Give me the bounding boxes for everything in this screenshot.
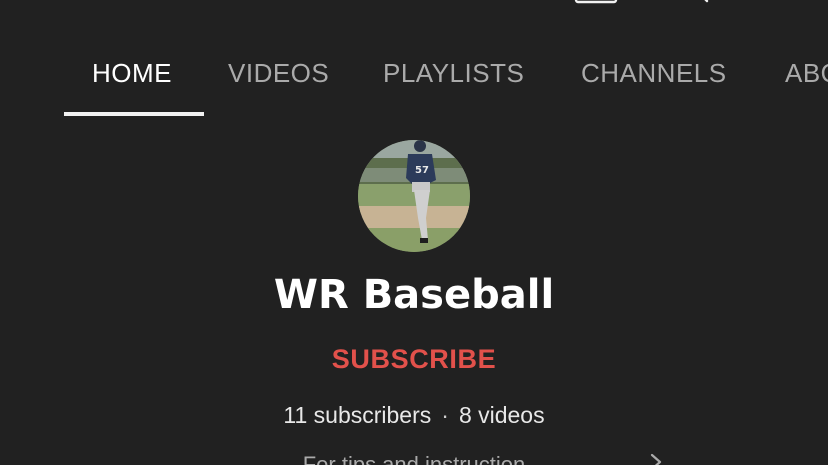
video-count: 8 videos xyxy=(458,402,545,428)
app-bar-title: WR Baseball xyxy=(98,0,336,8)
channel-tabs: HOME VIDEOS PLAYLISTS CHANNELS ABOUT xyxy=(0,44,828,118)
cast-icon[interactable] xyxy=(574,0,618,4)
tab-about[interactable]: ABOUT xyxy=(785,58,828,89)
svg-text:57: 57 xyxy=(415,165,429,176)
back-arrow-icon[interactable] xyxy=(34,0,58,2)
avatar-photo: 57 xyxy=(358,140,470,252)
active-tab-indicator xyxy=(64,112,204,116)
top-app-bar: WR Baseball xyxy=(0,0,828,8)
tab-videos[interactable]: VIDEOS xyxy=(228,58,329,89)
search-icon[interactable] xyxy=(684,0,710,4)
channel-avatar[interactable]: 57 xyxy=(358,140,470,252)
channel-name: WR Baseball xyxy=(273,272,555,318)
tab-channels[interactable]: CHANNELS xyxy=(581,58,727,89)
chevron-right-icon[interactable] xyxy=(648,452,664,465)
channel-stats: 11 subscribers · 8 videos xyxy=(0,402,828,429)
subscriber-count: 11 subscribers xyxy=(283,402,432,428)
tab-playlists[interactable]: PLAYLISTS xyxy=(383,58,524,89)
tab-home[interactable]: HOME xyxy=(92,58,172,89)
separator-dot: · xyxy=(441,402,449,428)
subscribe-button[interactable]: SUBSCRIBE xyxy=(0,344,828,375)
channel-page: WR Baseball HOME VIDEOS PLAYLISTS CHANNE… xyxy=(0,0,828,465)
channel-description[interactable]: For tips and instruction xyxy=(0,452,828,465)
